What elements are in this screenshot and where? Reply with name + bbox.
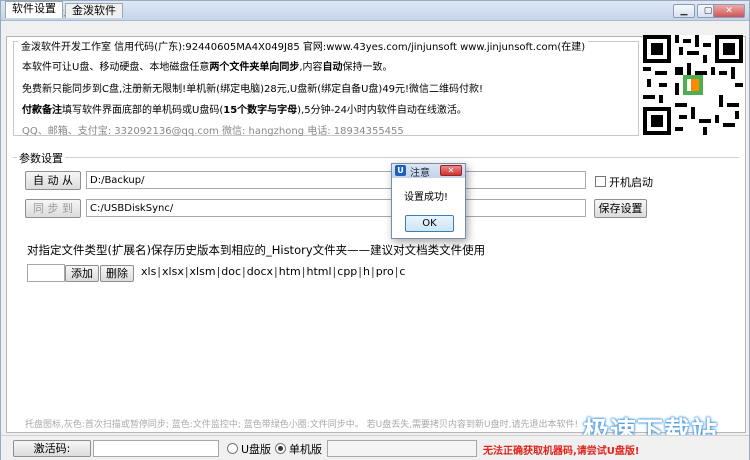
usb-version-label: U盘版: [241, 443, 272, 456]
sync-to-button[interactable]: 同 步 到: [25, 199, 81, 218]
extension-item[interactable]: html: [306, 265, 331, 278]
tab-jinpo-software[interactable]: 金泼软件: [65, 3, 123, 18]
startup-label: 开机启动: [609, 176, 653, 189]
app-icon: U: [395, 165, 406, 176]
dialog-message: 设置成功!: [404, 192, 449, 203]
notice-dialog: U 注意 ✕ 设置成功! OK: [391, 163, 466, 239]
info-text: ,内容: [299, 62, 323, 73]
source-folder-input[interactable]: D:/Backup/: [86, 171, 586, 189]
info-emphasis: 付款备注: [22, 105, 62, 116]
history-description: 对指定文件类型(扩展名)保存历史版本到相应的_History文件夹——建议对文档…: [27, 243, 486, 257]
auto-from-button[interactable]: 自 动 从: [25, 171, 81, 190]
machine-code-warning: 无法正确获取机器码,请尝试U盘版!: [483, 446, 640, 457]
dialog-title: 注意: [410, 168, 430, 179]
info-emphasis: 15个数字与字母: [223, 105, 298, 116]
info-text: 本软件可让U盘、移动硬盘、本地磁盘任意: [22, 62, 210, 73]
info-text: 填写软件界面底部的单机码或U盘码(: [62, 105, 224, 116]
save-settings-button[interactable]: 保存设置: [594, 199, 647, 218]
add-extension-button[interactable]: 添加: [65, 265, 99, 282]
startup-checkbox[interactable]: [595, 176, 606, 187]
delete-extension-button[interactable]: 删除: [100, 265, 134, 282]
info-pricing: 免费新只能同步到C盘,注册新无限制!单机新(绑定电脑)28元,U盘新(绑定自备U…: [22, 84, 484, 95]
extension-item[interactable]: cpp: [337, 265, 357, 278]
extension-item[interactable]: xlsm: [190, 265, 216, 278]
extension-item[interactable]: xls: [141, 265, 156, 278]
dialog-title-bar[interactable]: U 注意 ✕: [392, 164, 465, 179]
usb-version-radio[interactable]: [227, 443, 238, 454]
single-version-radio[interactable]: [275, 443, 286, 454]
info-text: 保持一致。: [342, 62, 393, 73]
info-box: 金泼软件开发工作室 信用代码(广东):92440605MA4X049J85 官网…: [13, 38, 639, 137]
extension-item[interactable]: c: [399, 265, 405, 278]
wechat-qr-code: [643, 35, 743, 135]
app-window: U U盘同步助手4.1 ▁ ▢ ✕ 软件设置 金泼软件 金泼软件开发工作室 信用…: [0, 0, 750, 460]
close-button[interactable]: ✕: [713, 4, 745, 18]
info-text: ),5分钟-24小时内软件自动在线激活。: [297, 105, 467, 116]
info-emphasis: 两个文件夹单向同步: [209, 62, 300, 73]
dialog-ok-button[interactable]: OK: [405, 215, 454, 232]
dialog-close-button[interactable]: ✕: [440, 165, 462, 176]
extension-list: xls|xlsx|xlsm|doc|docx|htm|html|cpp|h|pr…: [141, 265, 406, 278]
tab-settings[interactable]: 软件设置: [5, 1, 63, 18]
info-emphasis: 自动: [322, 62, 343, 73]
target-folder-input[interactable]: C:/USBDiskSync/: [86, 199, 586, 217]
extension-item[interactable]: xlsx: [162, 265, 184, 278]
extension-item[interactable]: h: [363, 265, 370, 278]
extension-item[interactable]: pro: [376, 265, 394, 278]
extension-input[interactable]: [27, 264, 65, 282]
info-contact: QQ、邮箱、支付宝: 332092136@qq.com 微信: hangzhon…: [22, 126, 404, 137]
machine-code-field[interactable]: [327, 440, 477, 457]
qr-code-image: [643, 35, 743, 135]
extension-item[interactable]: doc: [221, 265, 241, 278]
params-legend: 参数设置: [17, 150, 65, 166]
company-info: 金泼软件开发工作室 信用代码(广东):92440605MA4X049J85 官网…: [18, 38, 589, 53]
minimize-button[interactable]: ▁: [673, 4, 695, 18]
info-payment-note: 付款备注填写软件界面底部的单机码或U盘码(15个数字与字母),5分钟-24小时内…: [22, 101, 467, 116]
single-version-label: 单机版: [289, 443, 322, 456]
extension-item[interactable]: htm: [279, 265, 301, 278]
activation-code-input[interactable]: [93, 440, 219, 457]
tray-icon-hint: 托盘图标,灰色:首次扫描或暂停同步; 蓝色:文件监控中; 蓝色带绿色小圈:文件同…: [25, 420, 579, 430]
extension-item[interactable]: docx: [247, 265, 273, 278]
params-group-border: [13, 157, 739, 158]
activation-code-button[interactable]: 激活码:: [13, 440, 91, 457]
info-description: 本软件可让U盘、移动硬盘、本地磁盘任意两个文件夹单向同步,内容自动保持一致。: [22, 58, 393, 73]
